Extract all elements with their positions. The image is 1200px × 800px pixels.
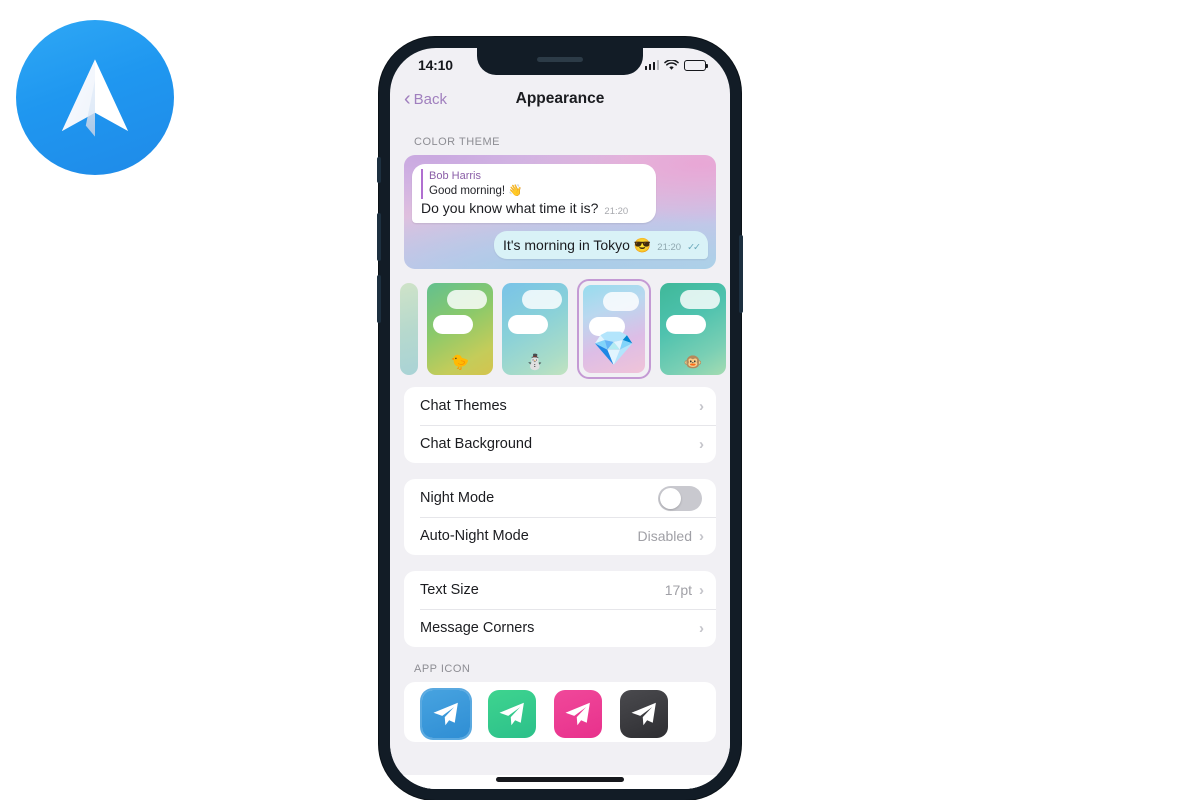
row-text-size-label: Text Size — [420, 582, 479, 598]
chevron-right-icon: › — [699, 619, 704, 637]
toggle-knob — [660, 487, 681, 509]
section-header-app-icon: APP ICON — [414, 663, 471, 675]
night-mode-toggle[interactable] — [658, 485, 702, 511]
row-message-corners-label: Message Corners — [420, 620, 535, 636]
row-message-corners[interactable]: Message Corners › — [404, 609, 716, 647]
chevron-left-icon: ‹ — [404, 87, 411, 110]
row-chat-background-label: Chat Background — [420, 436, 533, 452]
paper-plane-icon — [631, 702, 656, 726]
navigation-bar: ‹ Back Appearance — [390, 78, 730, 120]
outgoing-message-text: It's morning in Tokyo 😎 — [503, 236, 652, 253]
row-chat-themes[interactable]: Chat Themes › — [404, 387, 716, 425]
paper-plane-icon — [61, 58, 129, 137]
app-icon-blue[interactable] — [422, 690, 470, 738]
back-button[interactable]: ‹ Back — [404, 87, 448, 110]
back-button-label: Back — [413, 90, 448, 108]
theme-emoji-blue: ⛄ — [525, 354, 545, 371]
phone-screen: 14:10 ‹ Back Appearance COLOR THEME Bob … — [390, 48, 730, 789]
volume-up-button[interactable] — [377, 213, 381, 261]
row-auto-night-mode[interactable]: Auto-Night Mode Disabled › — [404, 517, 716, 555]
chevron-right-icon: › — [699, 527, 704, 545]
theme-emoji-green: 🐤 — [450, 354, 470, 371]
app-icon-green[interactable] — [488, 690, 536, 738]
theme-thumbnail-teal[interactable]: 🐵 — [660, 283, 726, 375]
chat-preview: Bob Harris Good morning! 👋 Do you know w… — [404, 155, 716, 269]
outgoing-message-time: 21:20 — [657, 242, 682, 254]
chat-appearance-group: Chat Themes › Chat Background › — [404, 387, 716, 463]
section-header-color-theme: COLOR THEME — [414, 136, 500, 148]
chevron-right-icon: › — [699, 397, 704, 415]
theme-thumbnail-blue[interactable]: ⛄ — [502, 283, 568, 375]
theme-emoji-teal: 🐵 — [683, 354, 703, 371]
status-time: 14:10 — [418, 57, 453, 73]
paper-plane-icon — [565, 702, 590, 726]
reply-text: Good morning! 👋 — [429, 184, 523, 197]
row-night-mode[interactable]: Night Mode — [404, 479, 716, 517]
row-night-mode-label: Night Mode — [420, 490, 495, 506]
row-auto-night-mode-label: Auto-Night Mode — [420, 528, 529, 544]
theme-thumbnail-partial[interactable] — [400, 283, 418, 375]
incoming-message-time: 21:20 — [604, 205, 629, 217]
night-mode-group: Night Mode Auto-Night Mode Disabled › — [404, 479, 716, 555]
volume-down-button[interactable] — [377, 275, 381, 323]
paper-plane-icon — [433, 702, 458, 726]
incoming-message-bubble: Bob Harris Good morning! 👋 Do you know w… — [412, 164, 656, 223]
silent-switch-button[interactable] — [377, 157, 381, 183]
text-group: Text Size 17pt › Message Corners › — [404, 571, 716, 647]
app-icon-dark[interactable] — [620, 690, 668, 738]
row-chat-themes-label: Chat Themes — [420, 398, 507, 414]
battery-icon — [684, 59, 709, 71]
row-text-size[interactable]: Text Size 17pt › — [404, 571, 716, 609]
wifi-icon — [664, 59, 679, 71]
outgoing-message-bubble: It's morning in Tokyo 😎 21:20 ✓✓ — [494, 230, 708, 260]
status-icons — [644, 59, 709, 71]
incoming-message-text: Do you know what time it is? — [421, 200, 599, 217]
theme-thumbnail-green[interactable]: 🐤 — [427, 283, 493, 375]
phone-frame: 14:10 ‹ Back Appearance COLOR THEME Bob … — [377, 37, 743, 800]
chevron-right-icon: › — [699, 581, 704, 599]
reply-author: Bob Harris — [429, 170, 481, 182]
status-bar: 14:10 — [390, 48, 730, 78]
home-indicator[interactable] — [496, 777, 624, 782]
app-logo — [16, 20, 174, 175]
app-icon-pink[interactable] — [554, 690, 602, 738]
row-text-size-value: 17pt — [664, 582, 692, 598]
theme-thumbnail-list[interactable]: 🐤 ⛄ 💎 🐵 — [390, 269, 730, 387]
theme-thumbnail-diamond-selected[interactable]: 💎 — [577, 279, 651, 379]
settings-scroll-area[interactable]: COLOR THEME Bob Harris Good morning! 👋 D… — [390, 120, 730, 789]
reply-quote: Bob Harris Good morning! 👋 — [421, 169, 647, 200]
row-auto-night-mode-value: Disabled — [637, 528, 692, 544]
app-icon-list[interactable] — [404, 682, 716, 742]
cellular-signal-icon — [644, 60, 659, 70]
paper-plane-icon — [499, 702, 524, 726]
power-button[interactable] — [739, 235, 743, 313]
chevron-right-icon: › — [699, 435, 704, 453]
theme-emoji-diamond: 💎 — [592, 330, 636, 368]
row-chat-background[interactable]: Chat Background › — [404, 425, 716, 463]
read-receipt-icon: ✓✓ — [687, 242, 701, 254]
